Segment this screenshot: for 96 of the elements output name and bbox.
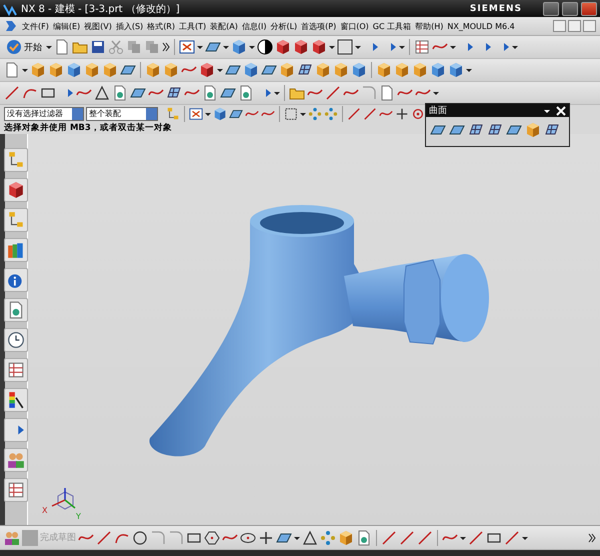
cube-icon[interactable]	[430, 62, 446, 78]
block-icon[interactable]	[199, 62, 215, 78]
sheet-icon[interactable]	[4, 62, 20, 78]
menu-item[interactable]: 装配(A)	[208, 20, 240, 32]
solid-icon[interactable]	[376, 62, 392, 78]
block-icon[interactable]	[4, 178, 28, 202]
palette-title: 曲面	[429, 104, 447, 117]
line-icon[interactable]	[4, 85, 20, 101]
axis-label: Y	[76, 512, 81, 521]
cube-icon[interactable]	[351, 62, 367, 78]
document-icon[interactable]	[4, 298, 28, 322]
line-icon[interactable]	[347, 106, 361, 120]
color-bars-icon[interactable]	[4, 238, 28, 262]
line-icon[interactable]	[468, 530, 484, 546]
cube-icon[interactable]	[66, 62, 82, 78]
solid-icon[interactable]	[412, 62, 428, 78]
restore-button[interactable]	[568, 20, 581, 32]
maximize-button[interactable]	[562, 2, 578, 16]
menu-item[interactable]: 工具(T)	[177, 20, 208, 32]
close-button[interactable]	[583, 20, 596, 32]
close-button[interactable]	[581, 2, 597, 16]
line-icon[interactable]	[417, 530, 433, 546]
triangle-icon[interactable]	[94, 85, 110, 101]
table-icon[interactable]	[4, 358, 28, 382]
cube-icon[interactable]	[231, 39, 247, 55]
square-icon[interactable]	[337, 39, 353, 55]
sheet-icon[interactable]	[379, 85, 395, 101]
cube-icon[interactable]	[213, 106, 227, 120]
table-icon[interactable]	[4, 478, 28, 502]
solid-icon[interactable]	[48, 62, 64, 78]
menu-item[interactable]: 信息(I)	[240, 20, 268, 32]
minimize-button[interactable]	[553, 20, 566, 32]
menu-item[interactable]: 格式(R)	[145, 20, 177, 32]
document-icon[interactable]	[112, 85, 128, 101]
solid-icon[interactable]	[394, 62, 410, 78]
document-icon[interactable]	[202, 85, 218, 101]
block-icon[interactable]	[275, 39, 291, 55]
clock-icon[interactable]	[4, 328, 28, 352]
line-icon[interactable]	[381, 530, 397, 546]
axis-label: X	[42, 506, 48, 515]
dropdown[interactable]: 没有选择过滤器	[4, 106, 84, 120]
half-disc-icon[interactable]	[257, 39, 273, 55]
dots-icon[interactable]	[308, 106, 322, 120]
cube-icon[interactable]	[448, 62, 464, 78]
cube-icon[interactable]	[243, 62, 259, 78]
circle-icon[interactable]	[132, 530, 148, 546]
dots-icon[interactable]	[320, 530, 336, 546]
start-button[interactable]: 开始	[4, 39, 44, 55]
dropdown[interactable]: 整个装配	[86, 106, 158, 120]
brand-name: SIEMENS	[470, 4, 522, 14]
line-icon[interactable]	[96, 530, 112, 546]
line-icon[interactable]	[363, 106, 377, 120]
menu-item[interactable]: 插入(S)	[114, 20, 146, 32]
solid-icon[interactable]	[338, 530, 354, 546]
menu-item[interactable]: 首选项(P)	[299, 20, 338, 32]
solid-icon[interactable]	[145, 62, 161, 78]
minimize-button[interactable]	[543, 2, 559, 16]
plus-icon[interactable]	[395, 106, 409, 120]
menu-item[interactable]: GC 工具箱	[370, 20, 414, 32]
info-icon[interactable]	[4, 268, 28, 292]
solid-icon[interactable]	[163, 62, 179, 78]
dots-icon[interactable]	[324, 106, 338, 120]
app-icon[interactable]	[4, 18, 18, 34]
document-icon[interactable]	[238, 85, 254, 101]
hexagon-icon[interactable]	[204, 530, 220, 546]
tree-icon[interactable]	[4, 208, 28, 232]
logo-icon	[6, 39, 22, 55]
tree-icon[interactable]	[166, 106, 180, 120]
table-icon[interactable]	[414, 39, 430, 55]
tree-icon[interactable]	[4, 148, 28, 172]
document-icon[interactable]	[356, 530, 372, 546]
sheet-icon[interactable]	[54, 39, 70, 55]
line-icon[interactable]	[325, 85, 341, 101]
fit-view-icon[interactable]	[179, 39, 195, 55]
menu-item[interactable]: 视图(V)	[82, 20, 114, 32]
menu-item[interactable]: NX_MOULD M6.4	[445, 22, 517, 30]
dashed-square-icon[interactable]	[284, 106, 298, 120]
menu-item[interactable]: 窗口(O)	[338, 20, 371, 32]
menu-item[interactable]: 分析(L)	[268, 20, 300, 32]
line-icon[interactable]	[399, 530, 415, 546]
solid-icon[interactable]	[333, 62, 349, 78]
block-icon[interactable]	[311, 39, 327, 55]
solid-icon[interactable]	[84, 62, 100, 78]
target-icon[interactable]	[411, 106, 425, 120]
window-title: NX 8 - 建模 - [3-3.prt （修改的）]	[21, 2, 180, 16]
people-icon[interactable]	[4, 448, 28, 472]
fit-view-icon[interactable]	[189, 106, 203, 120]
people-icon[interactable]	[4, 530, 20, 546]
menu-item[interactable]: 帮助(H)	[413, 20, 446, 32]
menu-item[interactable]: 文件(F)	[20, 20, 51, 32]
block-icon[interactable]	[293, 39, 309, 55]
spectrum-icon[interactable]	[4, 388, 28, 412]
line-icon[interactable]	[504, 530, 520, 546]
triangle-icon[interactable]	[302, 530, 318, 546]
plus-icon[interactable]	[258, 530, 274, 546]
menu-item[interactable]: 编辑(E)	[50, 20, 82, 32]
